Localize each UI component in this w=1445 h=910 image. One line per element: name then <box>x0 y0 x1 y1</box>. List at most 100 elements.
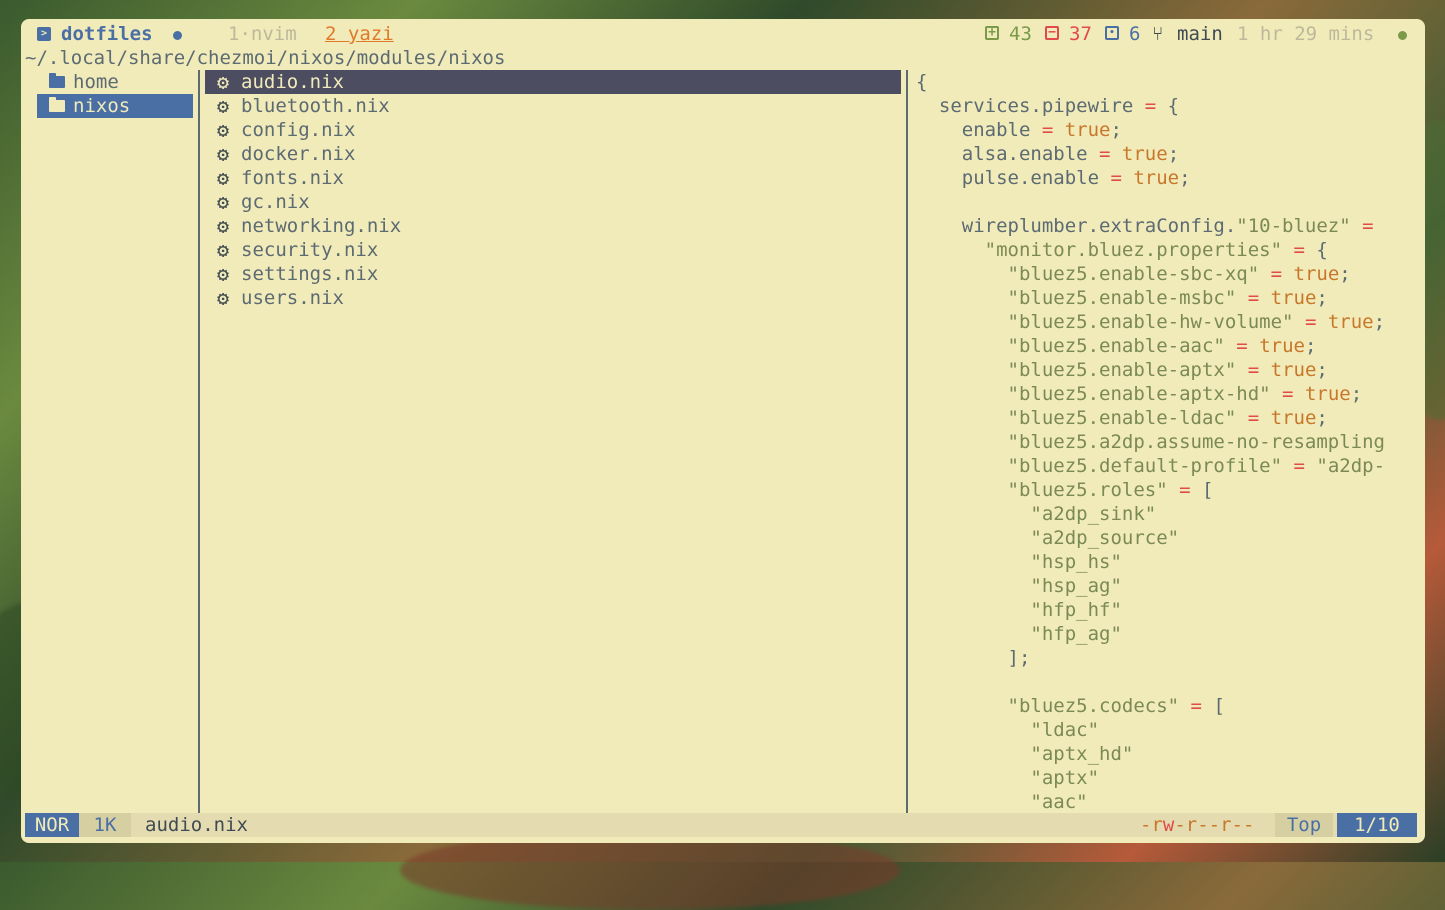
code-token: "bluez5.roles" <box>916 479 1168 501</box>
file-item[interactable]: ⚙ config.nix <box>205 118 901 142</box>
code-token: { <box>1304 239 1328 261</box>
current-path: ~/.local/share/chezmoi/nixos/modules/nix… <box>25 47 506 69</box>
file-item[interactable]: ⚙ bluetooth.nix <box>205 94 901 118</box>
file-preview: { services.pipewire = { enable = true; a… <box>916 70 1406 813</box>
mode-indicator: NOR <box>25 813 79 837</box>
file-item[interactable]: ⚙ audio.nix <box>205 70 901 94</box>
code-token: = <box>1167 479 1191 501</box>
code-token: = <box>1179 695 1202 717</box>
code-token: "a2dp- <box>1304 455 1386 477</box>
code-token: { <box>916 71 928 93</box>
code-line: "bluez5.enable-ldac" = true; <box>916 406 1328 430</box>
code-line: "a2dp_sink" <box>916 502 1156 526</box>
code-token: true <box>1316 311 1374 333</box>
code-token: [ <box>1190 479 1214 501</box>
file-item[interactable]: ⚙ gc.nix <box>205 190 901 214</box>
code-line: "ldac" <box>916 718 1099 742</box>
code-line: ]; <box>916 646 1031 670</box>
folder-icon <box>49 97 65 112</box>
code-line: "a2dp_source" <box>916 526 1179 550</box>
tab-yazi[interactable]: 2 yazi <box>325 22 394 46</box>
nix-file-icon: ⚙ <box>217 190 230 214</box>
folder-icon <box>49 73 65 88</box>
code-line: "bluez5.enable-aptx-hd" = true; <box>916 382 1363 406</box>
file-item[interactable]: ⚙ users.nix <box>205 286 901 310</box>
removed-count: 37 <box>1069 23 1092 45</box>
code-token: = <box>1293 311 1317 333</box>
file-item[interactable]: ⚙ settings.nix <box>205 262 901 286</box>
terminal-window: > dotfiles 1·nvim 2 yazi + 43 − 37 • 6 ⑂… <box>21 19 1425 843</box>
code-token: [ <box>1202 695 1225 717</box>
scroll-position: Top <box>1275 813 1333 837</box>
file-item[interactable]: ⚙ networking.nix <box>205 214 901 238</box>
file-item[interactable]: ⚙ docker.nix <box>205 142 901 166</box>
code-line: "bluez5.codecs" = [ <box>916 694 1225 718</box>
code-line: services.pipewire = { <box>916 94 1179 118</box>
tab-bar: > dotfiles 1·nvim 2 yazi + 43 − 37 • 6 ⑂… <box>21 22 1425 46</box>
file-permissions: -rw-r--r-- <box>1140 814 1255 836</box>
code-token: true <box>1259 359 1317 381</box>
file-item-label: bluetooth.nix <box>241 95 390 117</box>
file-item[interactable]: ⚙ security.nix <box>205 238 901 262</box>
removed-icon: − <box>1045 26 1059 40</box>
code-token: "bluez5.a2dp.assume-no-resampling <box>916 431 1386 453</box>
code-token: "hfp_ag" <box>916 623 1122 645</box>
code-token: = <box>1144 95 1157 117</box>
code-token: "bluez5.enable-ldac" <box>916 407 1237 429</box>
code-token: = <box>1041 119 1054 141</box>
file-item-label: security.nix <box>241 239 379 261</box>
nix-file-icon: ⚙ <box>217 118 230 142</box>
code-token: ; <box>1110 119 1122 141</box>
code-token: = <box>1236 407 1260 429</box>
parent-dir-home[interactable]: home <box>37 70 193 94</box>
code-line: "hfp_hf" <box>916 598 1122 622</box>
code-line: "hfp_ag" <box>916 622 1122 646</box>
terminal-icon: > <box>37 27 51 41</box>
code-token: = <box>1236 359 1260 381</box>
code-token: "hfp_hf" <box>916 599 1122 621</box>
file-item-label: users.nix <box>241 287 344 309</box>
code-token: ; <box>1316 407 1328 429</box>
git-branch-icon: ⑂ <box>1152 23 1164 45</box>
file-item[interactable]: ⚙ fonts.nix <box>205 166 901 190</box>
nix-file-icon: ⚙ <box>217 166 230 190</box>
code-line: "bluez5.enable-aac" = true; <box>916 334 1317 358</box>
code-token: ]; <box>916 647 1031 669</box>
code-token: true <box>1053 119 1111 141</box>
parent-dir-nixos[interactable]: nixos <box>37 94 193 118</box>
file-size: 1K <box>79 813 131 837</box>
nix-file-icon: ⚙ <box>217 70 230 94</box>
code-line: "bluez5.enable-sbc-xq" = true; <box>916 262 1351 286</box>
file-item-label: fonts.nix <box>241 167 344 189</box>
code-line: "bluez5.enable-aptx" = true; <box>916 358 1328 382</box>
file-item-label: audio.nix <box>241 71 344 93</box>
code-line: "hsp_hs" <box>916 550 1122 574</box>
code-line: "aptx" <box>916 766 1099 790</box>
code-token: ; <box>1167 143 1180 165</box>
code-token: "bluez5.enable-hw-volume" <box>916 311 1294 333</box>
session-name: dotfiles <box>61 23 153 45</box>
code-token: = <box>1350 215 1374 237</box>
selection-count: 1/10 <box>1337 813 1417 837</box>
code-token: "bluez5.default-profile" <box>916 455 1283 477</box>
pane-divider <box>906 70 908 813</box>
code-token: enable <box>916 119 1042 141</box>
code-line: enable = true; <box>916 118 1122 142</box>
code-line: alsa.enable = true; <box>916 142 1179 166</box>
file-item-label: networking.nix <box>241 215 402 237</box>
tab-nvim[interactable]: 1·nvim <box>228 22 297 46</box>
code-line: "bluez5.a2dp.assume-no-resampling <box>916 430 1386 454</box>
code-line: "bluez5.roles" = [ <box>916 478 1214 502</box>
status-filename: audio.nix <box>145 814 248 836</box>
code-token: "ldac" <box>916 719 1100 741</box>
added-count: 43 <box>1009 23 1032 45</box>
added-icon: + <box>985 26 999 40</box>
changed-icon: • <box>1105 26 1119 40</box>
code-token: "bluez5.enable-aptx" <box>916 359 1237 381</box>
status-bar: NOR 1K audio.nix -rw-r--r-- Top 1/10 <box>25 813 1417 837</box>
code-line: "monitor.bluez.properties" = { <box>916 238 1328 262</box>
code-token: ; <box>1316 287 1328 309</box>
code-token: "aptx_hd" <box>916 743 1134 765</box>
code-token: true <box>1121 167 1180 189</box>
nix-file-icon: ⚙ <box>217 94 230 118</box>
